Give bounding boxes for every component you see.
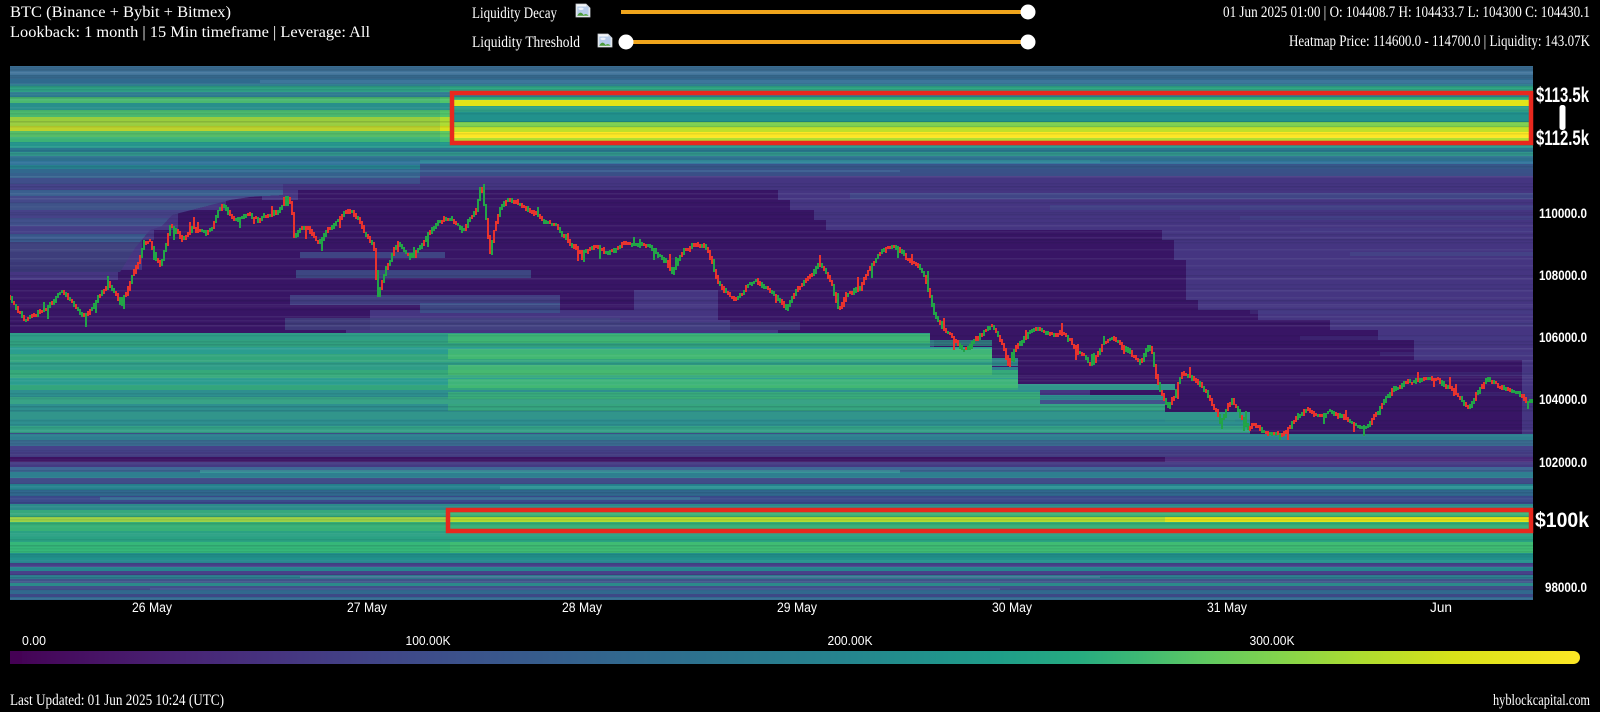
svg-text:28 May: 28 May <box>562 600 602 615</box>
svg-text:Liquidity Decay: Liquidity Decay <box>472 5 557 22</box>
svg-text:29 May: 29 May <box>777 600 817 615</box>
svg-text:$112.5k: $112.5k <box>1536 127 1589 150</box>
svg-text:27 May: 27 May <box>347 600 387 615</box>
svg-text:0.00: 0.00 <box>22 633 46 648</box>
svg-text:$100k: $100k <box>1535 509 1589 532</box>
svg-text:30 May: 30 May <box>992 600 1032 615</box>
svg-text:100.00K: 100.00K <box>406 633 451 648</box>
svg-text:BTC (Binance + Bybit + Bitmex): BTC (Binance + Bybit + Bitmex) <box>10 4 231 21</box>
svg-text:102000.0: 102000.0 <box>1539 454 1587 470</box>
svg-text:01 Jun 2025 01:00 | O: 104408.: 01 Jun 2025 01:00 | O: 104408.7 H: 10443… <box>1223 4 1590 21</box>
svg-text:200.00K: 200.00K <box>828 633 873 648</box>
svg-text:98000.0: 98000.0 <box>1545 579 1587 595</box>
svg-text:110000.0: 110000.0 <box>1539 205 1587 221</box>
svg-text:31 May: 31 May <box>1207 600 1247 615</box>
svg-text:$113.5k: $113.5k <box>1536 84 1589 107</box>
svg-text:Liquidity Threshold: Liquidity Threshold <box>472 34 580 51</box>
svg-text:Heatmap Price: 114600.0 - 1147: Heatmap Price: 114600.0 - 114700.0 | Liq… <box>1289 33 1591 50</box>
svg-text:hyblockcapital.com: hyblockcapital.com <box>1493 692 1590 709</box>
svg-text:108000.0: 108000.0 <box>1539 267 1587 283</box>
svg-text:Lookback: 1 month | 15 Min tim: Lookback: 1 month | 15 Min timeframe | L… <box>10 24 371 41</box>
svg-text:26 May: 26 May <box>132 600 172 615</box>
svg-text:Last Updated: 01 Jun 2025 10:2: Last Updated: 01 Jun 2025 10:24 (UTC) <box>10 692 224 709</box>
svg-text:300.00K: 300.00K <box>1250 633 1295 648</box>
svg-text:Jun: Jun <box>1430 600 1452 615</box>
svg-text:104000.0: 104000.0 <box>1539 391 1587 407</box>
svg-text:106000.0: 106000.0 <box>1539 329 1587 345</box>
